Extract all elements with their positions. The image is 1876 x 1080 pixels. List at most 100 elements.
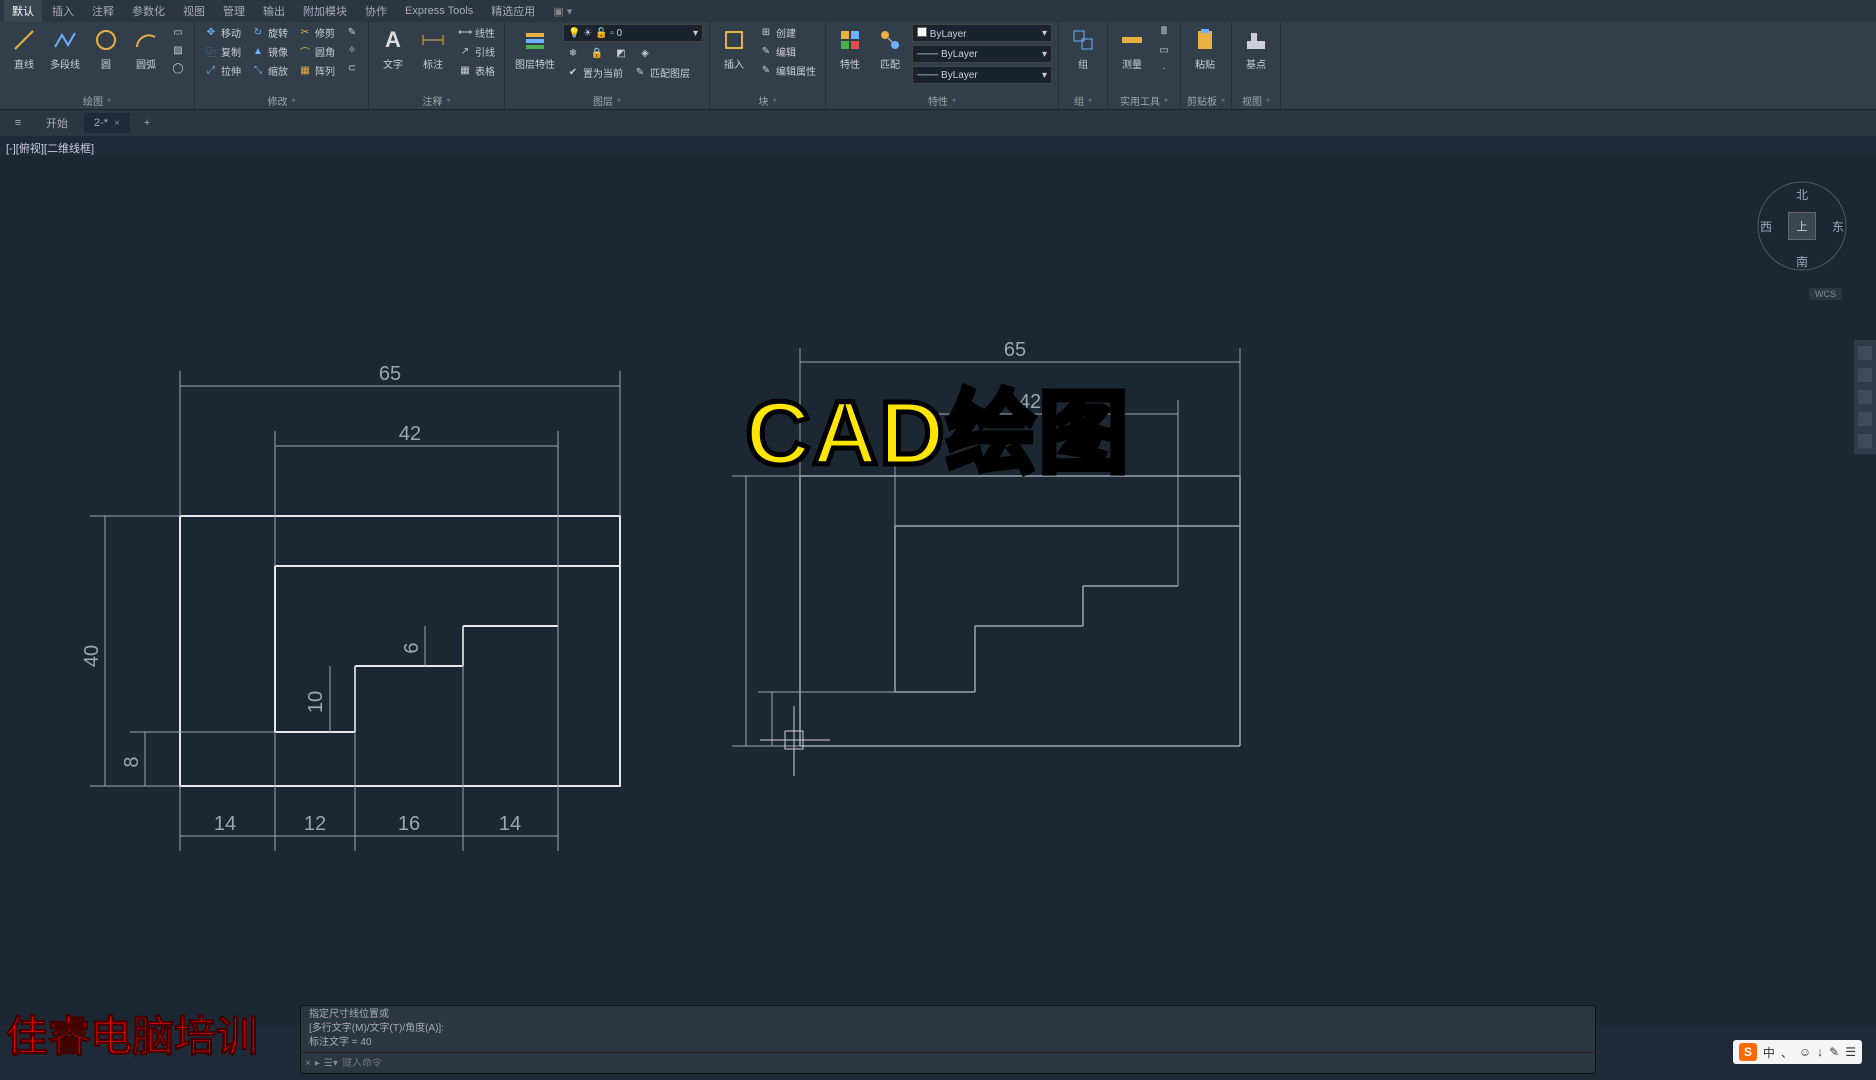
panel-view-title: 视图 — [1238, 93, 1274, 109]
hatch-icon[interactable]: ▨ — [168, 42, 188, 58]
start-tab[interactable]: 开始 — [36, 111, 78, 135]
circle-button[interactable]: 圆 — [88, 24, 124, 73]
drawing-canvas[interactable]: 65 42 40 8 14 12 16 14 10 6 — [0, 156, 1876, 1026]
group-button[interactable]: 组 — [1065, 24, 1101, 73]
ime-punct-button[interactable]: 、 — [1781, 1044, 1793, 1061]
panel-properties-title: 特性 — [832, 93, 1052, 109]
offset-icon[interactable]: ⊂ — [342, 60, 362, 76]
nav-orbit-icon[interactable] — [1858, 412, 1872, 426]
mirror-button[interactable]: ▲镜像 — [248, 43, 291, 60]
linetype-dropdown[interactable]: ─── ByLayer▾ — [912, 45, 1052, 63]
dim-6: 6 — [401, 642, 423, 653]
match-props-button[interactable]: 匹配 — [872, 24, 908, 73]
navigation-bar — [1854, 340, 1876, 454]
tab-addins[interactable]: 附加模块 — [295, 0, 355, 22]
ime-emoji-button[interactable]: ☺ — [1799, 1045, 1811, 1059]
layer-color-icon[interactable]: ◩ — [611, 45, 631, 61]
drawing-tab[interactable]: 2-*× — [84, 113, 130, 133]
line-button[interactable]: 直线 — [6, 24, 42, 73]
nav-pan-icon[interactable] — [1858, 368, 1872, 382]
tab-annotate[interactable]: 注释 — [84, 0, 122, 22]
compass-east[interactable]: 东 — [1832, 218, 1844, 235]
panel-groups-title: 组 — [1065, 93, 1101, 109]
table-button[interactable]: ▦表格 — [455, 62, 498, 79]
ime-lang-button[interactable]: 中 — [1763, 1044, 1775, 1061]
tab-insert[interactable]: 插入 — [44, 0, 82, 22]
ime-skin-button[interactable]: ✎ — [1829, 1045, 1839, 1059]
color-dropdown[interactable]: ByLayer▾ — [912, 24, 1052, 42]
insert-block-button[interactable]: 插入 — [716, 24, 752, 73]
compass-west[interactable]: 西 — [1760, 218, 1772, 235]
nav-wheel-icon[interactable] — [1858, 346, 1872, 360]
view-cube-face[interactable]: 上 — [1788, 212, 1816, 240]
view-cube[interactable]: 上 北 南 西 东 — [1752, 176, 1852, 276]
polyline-button[interactable]: 多段线 — [46, 24, 84, 73]
paste-button[interactable]: 粘贴 — [1187, 24, 1223, 73]
array-button[interactable]: ▦阵列 — [295, 62, 338, 79]
properties-button[interactable]: 特性 — [832, 24, 868, 73]
close-tab-icon[interactable]: × — [114, 118, 120, 129]
tab-manage[interactable]: 管理 — [215, 0, 253, 22]
rect-icon[interactable]: ▭ — [168, 24, 188, 40]
layer-properties-button[interactable]: 图层特性 — [511, 24, 559, 73]
layer-iso-icon[interactable]: ◈ — [635, 45, 655, 61]
layer-dropdown[interactable]: 💡 ☀ 🔓 ▫ 0▾ — [563, 24, 703, 42]
hamburger-icon[interactable]: ≡ — [6, 117, 30, 129]
match-layer-button[interactable]: ✎匹配图层 — [630, 64, 693, 81]
set-current-button[interactable]: ✔置为当前 — [563, 64, 626, 81]
ime-menu-button[interactable]: ☰ — [1845, 1045, 1856, 1059]
basepoint-button[interactable]: 基点 — [1238, 24, 1274, 73]
new-tab-button[interactable]: + — [136, 117, 158, 129]
tab-more-icon[interactable]: ▣ ▾ — [545, 2, 580, 21]
edit-block-button[interactable]: ✎编辑 — [756, 43, 819, 60]
tab-express[interactable]: Express Tools — [397, 2, 481, 20]
dim-16: 16 — [398, 813, 420, 835]
wcs-badge[interactable]: WCS — [1809, 288, 1842, 300]
fillet-button[interactable]: ⌒圆角 — [295, 43, 338, 60]
ime-softkb-button[interactable]: ↓ — [1817, 1045, 1823, 1059]
move-button[interactable]: ✥移动 — [201, 24, 244, 41]
nav-zoom-icon[interactable] — [1858, 390, 1872, 404]
linear-button[interactable]: ⟷线性 — [455, 24, 498, 41]
stretch-button[interactable]: ⤢拉伸 — [201, 62, 244, 79]
tab-default[interactable]: 默认 — [4, 0, 42, 22]
select-icon[interactable]: ▭ — [1154, 42, 1174, 58]
point-icon[interactable]: · — [1154, 60, 1174, 76]
tab-output[interactable]: 输出 — [255, 0, 293, 22]
explode-icon[interactable]: ✧ — [342, 42, 362, 58]
compass-south[interactable]: 南 — [1796, 253, 1808, 270]
tab-featured[interactable]: 精选应用 — [483, 0, 543, 22]
dim-10: 10 — [305, 691, 327, 713]
nav-showmotion-icon[interactable] — [1858, 434, 1872, 448]
rotate-button[interactable]: ↻旋转 — [248, 24, 291, 41]
command-history-icon[interactable]: ☰▾ — [324, 1058, 338, 1069]
arc-button[interactable]: 圆弧 — [128, 24, 164, 73]
measure-button[interactable]: 测量 — [1114, 24, 1150, 73]
tab-view[interactable]: 视图 — [175, 0, 213, 22]
command-input[interactable] — [342, 1058, 1591, 1069]
dim-14a: 14 — [214, 813, 236, 835]
command-close-icon[interactable]: × — [305, 1058, 311, 1069]
text-button[interactable]: A文字 — [375, 24, 411, 73]
copy-button[interactable]: ⿻复制 — [201, 43, 244, 60]
layer-freeze-icon[interactable]: ❄ — [563, 45, 583, 61]
tab-collab[interactable]: 协作 — [357, 0, 395, 22]
panel-utilities-title: 实用工具 — [1114, 93, 1174, 109]
compass-north[interactable]: 北 — [1796, 186, 1808, 203]
dim-14b: 14 — [499, 813, 521, 835]
trim-button[interactable]: ✂修剪 — [295, 24, 338, 41]
tab-parametric[interactable]: 参数化 — [124, 0, 173, 22]
lineweight-dropdown[interactable]: ─── ByLayer▾ — [912, 66, 1052, 84]
edit-attr-button[interactable]: ✎编辑属性 — [756, 62, 819, 79]
create-block-button[interactable]: ⊞创建 — [756, 24, 819, 41]
ellipse-icon[interactable]: ◯ — [168, 60, 188, 76]
sogou-logo-icon[interactable]: S — [1739, 1043, 1757, 1061]
dimension-button[interactable]: 标注 — [415, 24, 451, 73]
leader-button[interactable]: ↗引线 — [455, 43, 498, 60]
erase-icon[interactable]: ✎ — [342, 24, 362, 40]
layer-lock-icon[interactable]: 🔒 — [587, 45, 607, 61]
scale-button[interactable]: ⤡缩放 — [248, 62, 291, 79]
viewport-label[interactable]: [-][俯视][二维线框] — [6, 140, 94, 156]
panel-layers-title: 图层 — [511, 93, 703, 109]
calc-icon[interactable]: 🖩 — [1154, 24, 1174, 40]
